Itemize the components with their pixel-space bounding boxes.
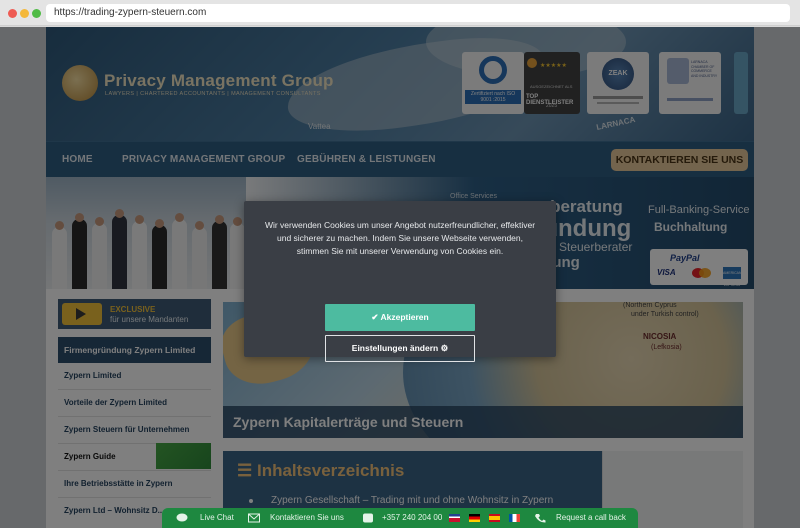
accept-cookies-button[interactable]: ✔ Akzeptieren — [325, 304, 475, 331]
cookie-consent-dialog: Wir verwenden Cookies um unser Angebot n… — [244, 201, 556, 362]
settings-label: Einstellungen ändern — [351, 343, 439, 353]
cookie-message: Wir verwenden Cookies um unser Angebot n… — [264, 220, 536, 256]
france-flag-icon[interactable] — [509, 514, 520, 522]
uk-flag-icon[interactable] — [449, 514, 460, 522]
address-bar[interactable]: https://trading-zypern-steuern.com — [46, 4, 790, 22]
gear-icon: ⚙ — [440, 343, 449, 353]
contact-bar: Live Chat Kontaktieren Sie uns +357 240 … — [162, 508, 638, 528]
callback-phone-icon — [535, 514, 546, 523]
contact-link[interactable]: Kontaktieren Sie uns — [270, 513, 344, 522]
chat-icon — [176, 513, 188, 522]
germany-flag-icon[interactable] — [469, 514, 480, 522]
request-callback-link[interactable]: Request a call back — [556, 513, 626, 522]
accept-label: Akzeptieren — [380, 312, 429, 322]
mail-icon — [248, 513, 260, 523]
phone-icon — [363, 513, 373, 523]
phone-number[interactable]: +357 240 204 00 — [382, 513, 442, 522]
spain-flag-icon[interactable] — [489, 514, 500, 522]
cookie-settings-button[interactable]: Einstellungen ändern ⚙ — [325, 335, 475, 362]
close-window-icon[interactable] — [8, 9, 17, 18]
maximize-window-icon[interactable] — [32, 9, 41, 18]
browser-chrome: https://trading-zypern-steuern.com — [0, 0, 800, 26]
minimize-window-icon[interactable] — [20, 9, 29, 18]
page-viewport: Privacy Management Group LAWYERS | CHART… — [0, 27, 800, 528]
live-chat-link[interactable]: Live Chat — [200, 513, 234, 522]
